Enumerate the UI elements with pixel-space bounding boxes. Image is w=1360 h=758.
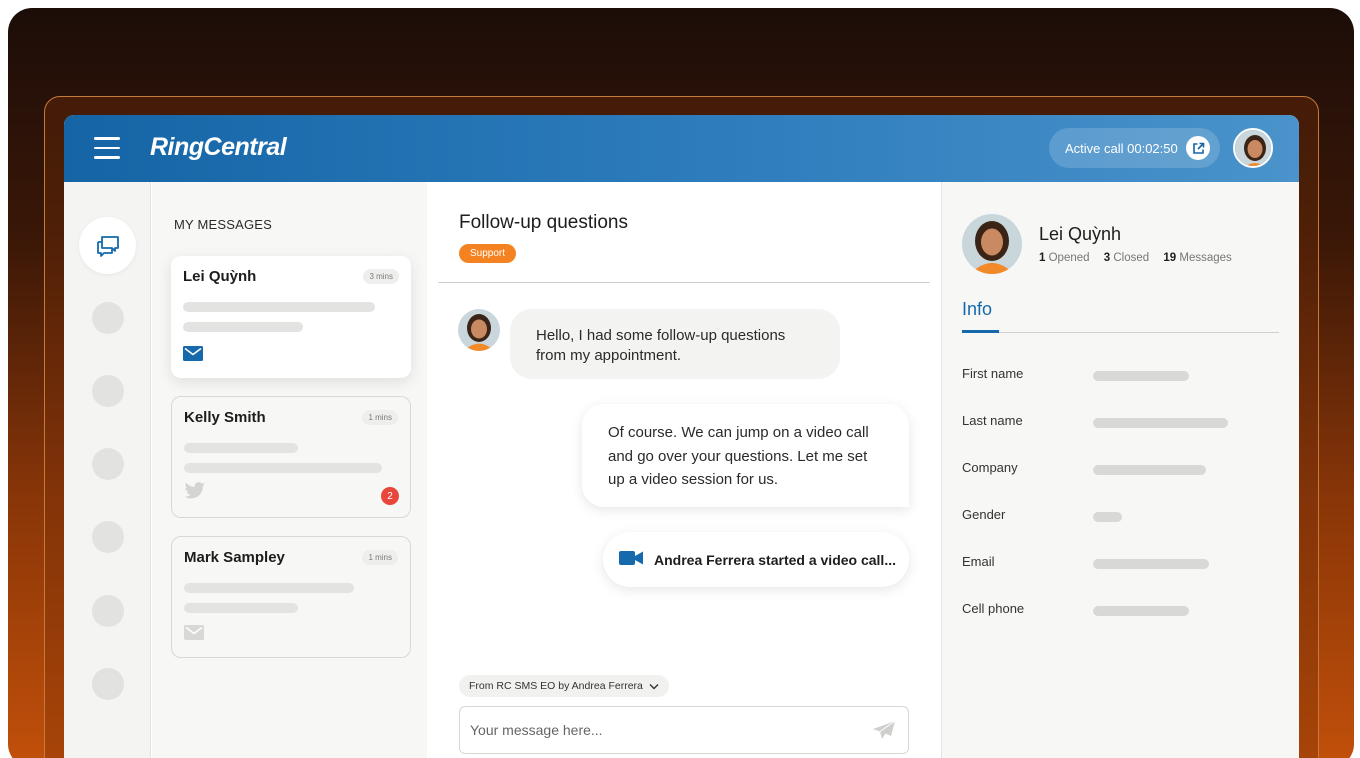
tab-info[interactable]: Info [962,299,992,320]
logo: RingCentral [150,133,287,161]
tab-active-indicator [962,330,999,333]
card-name: Mark Sampley [184,549,285,566]
field-label-company: Company [962,460,1018,475]
outgoing-message: Of course. We can jump on a video call a… [582,404,909,507]
field-value-first-name [1093,371,1189,381]
conversation-title: Follow-up questions [459,212,628,233]
card-time: 3 mins [363,269,399,284]
closed-count: 3 [1103,252,1111,264]
hamburger-icon[interactable] [94,137,120,159]
divider [438,282,930,283]
field-label-cell-phone: Cell phone [962,601,1025,616]
tab-divider [962,332,1279,333]
active-call-label: Active call 00:02:50 [1065,140,1178,156]
nav-item-7[interactable] [92,668,124,700]
contact-info-panel: Lei Quỳnh 1 Opened 3 Closed 19 Messages … [941,182,1299,758]
twitter-icon [184,482,206,505]
field-label-gender: Gender [962,507,1006,522]
card-time: 1 mins [362,550,398,565]
sender-selector-label: From RC SMS EO by Andrea Ferrera [469,680,643,692]
nav-item-5[interactable] [92,521,124,553]
unread-badge: 2 [381,487,399,505]
field-value-cell-phone [1093,606,1189,616]
message-card-mark[interactable]: Mark Sampley 1 mins [171,536,411,658]
field-value-last-name [1093,418,1228,428]
preview-line [183,302,375,312]
video-call-event[interactable]: Andrea Ferrera started a video call... [603,532,909,587]
preview-line [184,463,382,473]
nav-item-6[interactable] [92,595,124,627]
preview-line [184,603,298,613]
messages-label: Messages [1179,252,1232,264]
support-tag[interactable]: Support [459,244,517,263]
contact-stats: 1 Opened 3 Closed 19 Messages [1039,252,1232,264]
opened-count: 1 [1039,252,1046,264]
message-card-kelly[interactable]: Kelly Smith 1 mins 2 [171,396,411,518]
user-avatar[interactable] [1233,128,1273,168]
conversation-panel: Follow-up questions Support Hello, I had… [428,182,940,758]
preview-line [184,443,298,453]
nav-item-3[interactable] [92,375,124,407]
email-icon [183,346,203,366]
popout-icon[interactable] [1186,136,1210,160]
field-value-email [1093,559,1209,569]
card-name: Kelly Smith [184,409,266,426]
contact-name: Lei Quỳnh [1039,224,1122,244]
chevron-down-icon [649,683,659,689]
message-composer [459,706,909,754]
messages-icon[interactable] [79,217,136,274]
message-list-title: MY MESSAGES [174,217,273,232]
incoming-message: Hello, I had some follow-up questions fr… [510,309,840,379]
card-name: Lei Quỳnh [183,268,257,285]
field-label-last-name: Last name [962,413,1023,428]
app-window: RingCentral Active call 00:02:50 MY MESS… [64,115,1299,758]
nav-item-4[interactable] [92,448,124,480]
message-card-lei[interactable]: Lei Quỳnh 3 mins [171,256,411,378]
field-label-email: Email [962,554,995,569]
card-time: 1 mins [362,410,398,425]
top-bar: RingCentral Active call 00:02:50 [64,115,1299,182]
field-label-first-name: First name [962,366,1024,381]
field-value-gender [1093,512,1122,522]
contact-avatar [962,214,1022,274]
message-input[interactable] [470,719,850,741]
sender-avatar [458,309,500,351]
sender-selector[interactable]: From RC SMS EO by Andrea Ferrera [459,675,669,697]
video-call-event-text: Andrea Ferrera started a video call... [654,551,896,568]
nav-rail [64,182,151,758]
video-camera-icon [619,550,654,569]
email-icon [184,625,204,645]
opened-label: Opened [1048,252,1090,264]
send-icon[interactable] [872,720,896,745]
field-value-company [1093,465,1206,475]
active-call-indicator[interactable]: Active call 00:02:50 [1049,128,1220,168]
messages-count: 19 [1163,252,1177,264]
preview-line [184,583,354,593]
nav-item-2[interactable] [92,302,124,334]
message-list: MY MESSAGES Lei Quỳnh 3 mins Kelly Smith… [152,182,427,758]
preview-line [183,322,303,332]
closed-label: Closed [1113,252,1150,264]
